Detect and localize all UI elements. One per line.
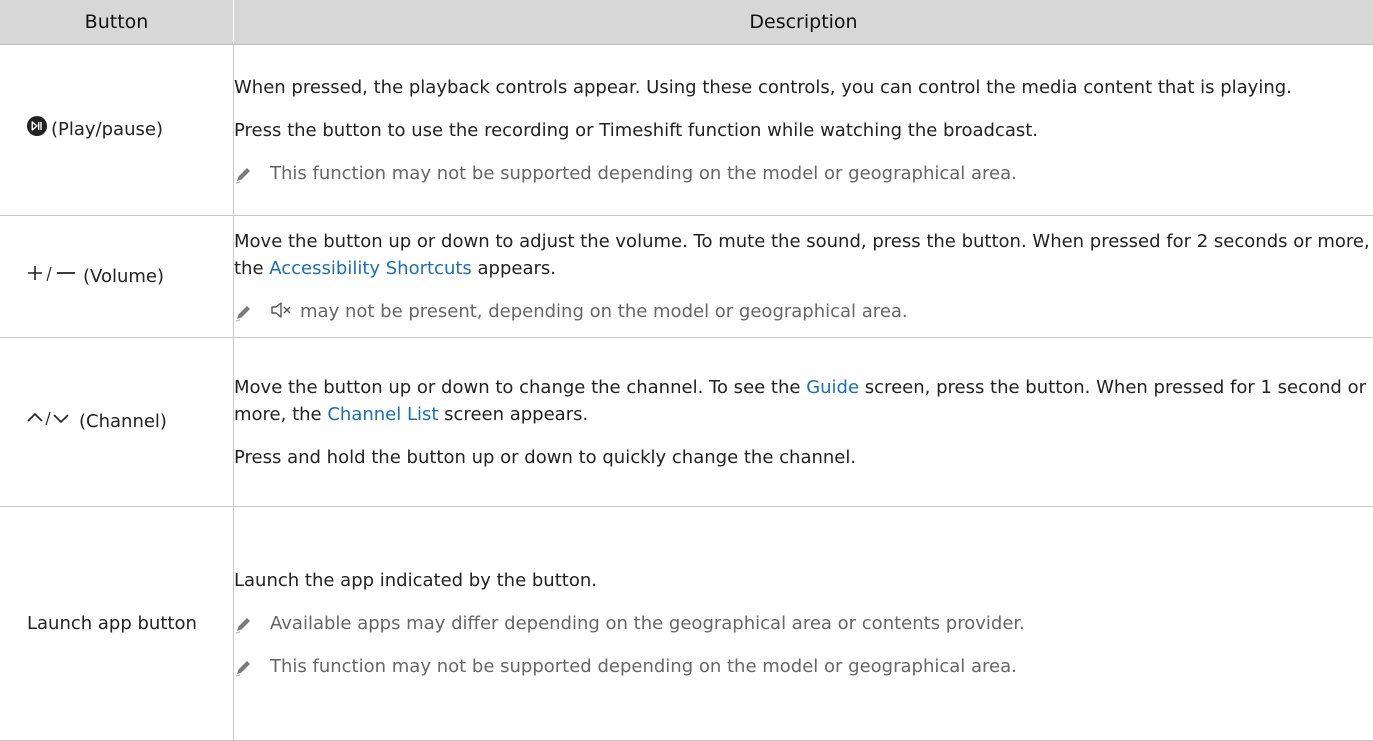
description-text-part: appears. — [472, 258, 556, 279]
note: may not be present, depending on the mod… — [234, 298, 1373, 325]
description-text-part: Move the button up or down to change the… — [234, 377, 806, 398]
description-text: Launch the app indicated by the button. — [234, 567, 1373, 594]
description-text: Move the button up or down to change the… — [234, 374, 1373, 428]
description-text: Press and hold the button up or down to … — [234, 444, 1373, 471]
description-text: When pressed, the playback controls appe… — [234, 74, 1373, 101]
button-label: (Volume) — [83, 266, 164, 287]
description-text-part: screen appears. — [438, 404, 588, 425]
note: This function may not be supported depen… — [234, 160, 1373, 187]
description-text: Move the button up or down to adjust the… — [234, 228, 1373, 282]
pencil-icon — [234, 298, 256, 322]
header-button: Button — [0, 0, 234, 45]
table-row: Launch app button Launch the app indicat… — [0, 507, 1373, 741]
link-accessibility-shortcuts[interactable]: Accessibility Shortcuts — [269, 258, 472, 279]
link-channel-list[interactable]: Channel List — [327, 404, 438, 425]
button-cell-volume: (Volume) — [0, 216, 234, 338]
table-row: (Channel) Move the button up or down to … — [0, 338, 1373, 507]
pencil-icon — [234, 160, 256, 184]
button-label: (Channel) — [79, 411, 167, 432]
note-text: may not be present, depending on the mod… — [300, 298, 908, 325]
description-text: Press the button to use the recording or… — [234, 117, 1373, 144]
pencil-icon — [234, 610, 256, 634]
button-cell-launch-app: Launch app button — [0, 507, 234, 741]
note-text: This function may not be supported depen… — [270, 160, 1017, 187]
pencil-icon — [234, 653, 256, 677]
button-cell-channel: (Channel) — [0, 338, 234, 507]
button-label: (Play/pause) — [51, 119, 163, 140]
chevron-up-down-icon — [27, 408, 75, 436]
note-text: This function may not be supported depen… — [270, 653, 1017, 680]
mute-icon — [270, 298, 292, 320]
table-row: (Play/pause) When pressed, the playback … — [0, 45, 1373, 216]
description-cell: Launch the app indicated by the button. … — [234, 507, 1373, 741]
button-cell-play-pause: (Play/pause) — [0, 45, 234, 216]
table-row: (Volume) Move the button up or down to a… — [0, 216, 1373, 338]
header-description: Description — [234, 0, 1373, 45]
note: Available apps may differ depending on t… — [234, 610, 1373, 637]
description-cell: Move the button up or down to adjust the… — [234, 216, 1373, 338]
description-cell: When pressed, the playback controls appe… — [234, 45, 1373, 216]
play-pause-icon — [27, 116, 47, 144]
note: This function may not be supported depen… — [234, 653, 1373, 680]
remote-buttons-table: Button Description (Play/pause) When pre… — [0, 0, 1373, 741]
table-header-row: Button Description — [0, 0, 1373, 45]
description-cell: Move the button up or down to change the… — [234, 338, 1373, 507]
button-label: Launch app button — [27, 613, 197, 634]
plus-minus-icon — [27, 263, 79, 291]
note-text: Available apps may differ depending on t… — [270, 610, 1025, 637]
link-guide[interactable]: Guide — [806, 377, 859, 398]
